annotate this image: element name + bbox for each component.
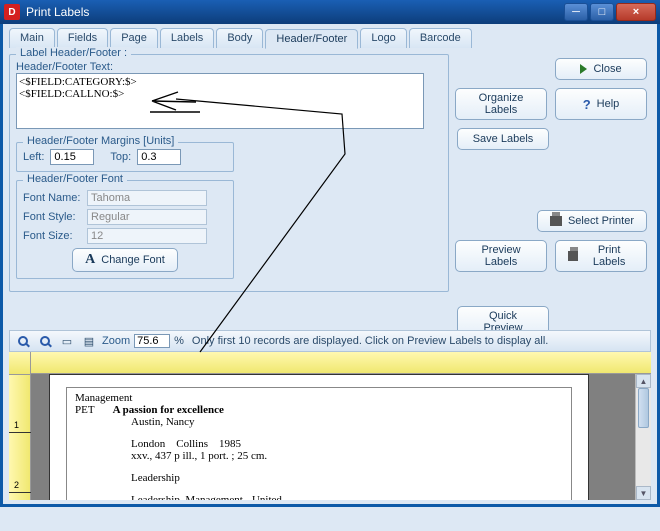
preview-toolbar: ▭ ▤ Zoom % Only first 10 records are dis… <box>9 330 651 352</box>
font-icon: A <box>85 252 95 268</box>
left-panel: Label Header/Footer : Header/Footer Text… <box>9 52 449 294</box>
font-style-label: Font Style: <box>23 211 81 223</box>
record-category: Management <box>75 392 563 404</box>
zoom-input[interactable] <box>134 334 170 348</box>
organize-labels-button[interactable]: Organize Labels <box>455 88 547 120</box>
tab-barcode[interactable]: Barcode <box>409 28 472 48</box>
save-labels-button[interactable]: Save Labels <box>457 128 549 150</box>
group-font: Header/Footer Font Font Name: Font Style… <box>16 180 234 279</box>
close-label: Close <box>593 63 621 75</box>
toolbar-button-3[interactable]: ▭ <box>58 332 76 350</box>
printer-icon-2 <box>568 251 578 261</box>
record-subject1: Leadership <box>131 472 563 484</box>
client-area: Main Fields Page Labels Body Header/Foot… <box>0 24 660 507</box>
top-margin-label: Top: <box>110 151 131 163</box>
zoom-out-button[interactable] <box>36 332 54 350</box>
window-title: Print Labels <box>26 5 562 19</box>
header-footer-text-input[interactable] <box>16 73 424 129</box>
font-size-field <box>87 228 207 244</box>
window-close-button[interactable]: × <box>616 3 656 21</box>
header-text-label: Header/Footer Text: <box>16 61 113 73</box>
font-name-field <box>87 190 207 206</box>
left-margin-label: Left: <box>23 151 44 163</box>
toolbar-button-4[interactable]: ▤ <box>80 332 98 350</box>
maximize-button[interactable]: □ <box>590 3 614 21</box>
zoom-suffix: % <box>174 335 184 347</box>
top-margin-input[interactable] <box>137 149 181 165</box>
scroll-down-button[interactable]: ▼ <box>636 486 651 500</box>
print-labels-button[interactable]: Print Labels <box>555 240 647 272</box>
preview-labels-button[interactable]: Preview Labels <box>455 240 547 272</box>
tab-main[interactable]: Main <box>9 28 55 48</box>
record-collation: xxv., 437 p ill., 1 port. ; 25 cm. <box>131 450 563 462</box>
help-icon: ? <box>583 97 591 112</box>
arrow-right-icon <box>580 64 587 74</box>
vertical-ruler: 1 2 <box>9 352 31 500</box>
margins-legend: Header/Footer Margins [Units] <box>23 135 178 147</box>
right-panel: Close Organize Labels ? Help Save Labels… <box>461 58 651 338</box>
tab-labels[interactable]: Labels <box>160 28 214 48</box>
record-callno: PET <box>75 404 95 416</box>
preview-area: 1 2 Management PET A passion for excelle… <box>9 352 651 500</box>
minimize-button[interactable]: ─ <box>564 3 588 21</box>
preview-viewport: Management PET A passion for excellence … <box>31 352 651 500</box>
select-printer-button[interactable]: Select Printer <box>537 210 647 232</box>
preview-record: Management PET A passion for excellence … <box>75 392 563 500</box>
help-button[interactable]: ? Help <box>555 88 647 120</box>
horizontal-ruler <box>31 352 651 374</box>
app-icon: D <box>4 4 20 20</box>
title-bar: D Print Labels ─ □ × <box>0 0 660 24</box>
tab-bar: Main Fields Page Labels Body Header/Foot… <box>3 24 657 48</box>
tab-body[interactable]: Body <box>216 28 263 48</box>
font-name-label: Font Name: <box>23 192 81 204</box>
tab-header-footer[interactable]: Header/Footer <box>265 29 358 49</box>
page-scroll[interactable]: Management PET A passion for excellence … <box>31 374 635 500</box>
zoom-out-icon <box>40 336 50 346</box>
font-style-field <box>87 209 207 225</box>
scroll-thumb[interactable] <box>638 388 649 428</box>
select-printer-label: Select Printer <box>568 215 634 227</box>
record-subject2: Leadership. Management - United States. … <box>131 494 311 500</box>
group-margins: Header/Footer Margins [Units] Left: Top: <box>16 142 234 172</box>
scroll-up-button[interactable]: ▲ <box>636 374 651 388</box>
tab-logo[interactable]: Logo <box>360 28 406 48</box>
zoom-in-button[interactable] <box>14 332 32 350</box>
group-legend: Label Header/Footer : <box>16 47 131 59</box>
tab-fields[interactable]: Fields <box>57 28 108 48</box>
record-publisher: Collins <box>176 438 208 450</box>
font-legend: Header/Footer Font <box>23 173 127 185</box>
close-button[interactable]: Close <box>555 58 647 80</box>
zoom-in-icon <box>18 336 28 346</box>
group-label-header-footer: Label Header/Footer : Header/Footer Text… <box>9 54 449 292</box>
record-pub-place: London <box>131 438 165 450</box>
main-area: Label Header/Footer : Header/Footer Text… <box>9 52 651 504</box>
record-year: 1985 <box>219 438 241 450</box>
record-title: A passion for excellence <box>113 404 224 416</box>
toolbar-status: Only first 10 records are displayed. Cli… <box>192 335 548 347</box>
change-font-label: Change Font <box>101 254 165 266</box>
preview-page: Management PET A passion for excellence … <box>49 374 589 500</box>
font-size-label: Font Size: <box>23 230 81 242</box>
vertical-scrollbar[interactable]: ▲ ▼ <box>635 374 651 500</box>
record-author: Austin, Nancy <box>131 416 563 428</box>
close-icon: × <box>633 6 639 18</box>
help-label: Help <box>597 98 620 110</box>
printer-icon <box>550 216 562 226</box>
change-font-button[interactable]: A Change Font <box>72 248 178 272</box>
zoom-label: Zoom <box>102 335 130 347</box>
tab-page[interactable]: Page <box>110 28 158 48</box>
print-labels-label: Print Labels <box>584 244 634 268</box>
left-margin-input[interactable] <box>50 149 94 165</box>
